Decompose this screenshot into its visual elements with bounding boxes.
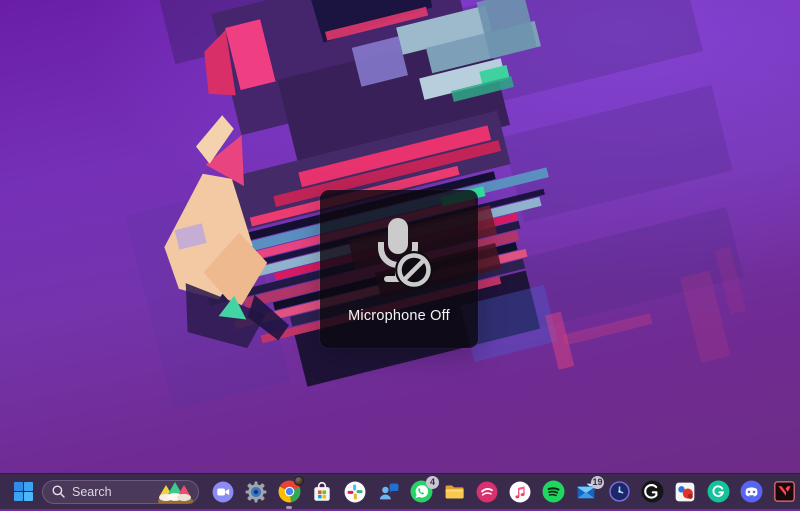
clock-icon — [608, 481, 630, 502]
photo-blob-icon — [675, 482, 695, 501]
taskbar-app-whatsapp[interactable]: 4 — [409, 475, 439, 506]
taskbar-app-chat[interactable] — [376, 478, 400, 506]
folder-icon — [445, 485, 464, 499]
music-note-icon — [509, 481, 531, 502]
store-bag-icon — [314, 481, 330, 501]
taskbar-app-spotify[interactable] — [541, 478, 565, 506]
taskbar-app-itunes[interactable] — [508, 478, 532, 506]
pink-circle-swoosh-icon — [476, 481, 498, 502]
windows-start-icon — [13, 482, 33, 501]
taskbar-app-chrome[interactable] — [277, 475, 304, 509]
chrome-profile-avatar — [294, 475, 304, 486]
taskbar-app-settings[interactable] — [244, 478, 268, 506]
taskbar-app-mail[interactable]: 19 — [574, 475, 604, 506]
search-box[interactable]: Search — [42, 478, 199, 506]
spotify-icon — [542, 480, 564, 503]
taskbar-app-file-explorer[interactable] — [442, 478, 466, 506]
microphone-muted-icon — [360, 208, 438, 304]
osd-label: Microphone Off — [348, 308, 450, 324]
taskbar-app-photos[interactable] — [673, 478, 697, 506]
taskbar-app-microsoft-store[interactable] — [310, 478, 334, 506]
person-chat-bubble-icon — [379, 483, 398, 500]
taskbar-app-grammarly[interactable] — [706, 478, 730, 506]
gear-icon — [245, 481, 267, 502]
microphone-osd: Microphone Off — [320, 190, 478, 348]
taskbar-apps: 4 19 — [211, 475, 796, 509]
start-button[interactable] — [6, 477, 40, 507]
running-indicator — [286, 506, 292, 509]
taskbar-app-music-pink[interactable] — [475, 478, 499, 506]
taskbar-app-slack[interactable] — [343, 478, 367, 506]
desktop: Microphone Off Search 4 19 — [0, 0, 800, 509]
valorant-v-icon — [773, 481, 795, 502]
search-placeholder: Search — [72, 484, 112, 499]
notification-badge: 4 — [426, 475, 439, 489]
taskbar-app-logitech-ghub[interactable] — [640, 478, 664, 506]
grammarly-g-icon — [707, 480, 729, 503]
discord-icon — [740, 480, 762, 503]
taskbar-app-discord[interactable] — [739, 478, 763, 506]
taskbar: Search 4 19 — [0, 473, 800, 509]
holi-bowls-image — [155, 478, 195, 506]
taskbar-app-video-call[interactable] — [211, 478, 235, 506]
logitech-g-icon — [641, 480, 663, 503]
taskbar-app-clock[interactable] — [607, 478, 631, 506]
video-camera-icon — [212, 481, 234, 502]
taskbar-app-valorant[interactable] — [772, 478, 796, 506]
search-icon — [52, 485, 65, 498]
slack-pinwheel-icon — [344, 481, 366, 502]
notification-badge: 19 — [591, 475, 604, 489]
